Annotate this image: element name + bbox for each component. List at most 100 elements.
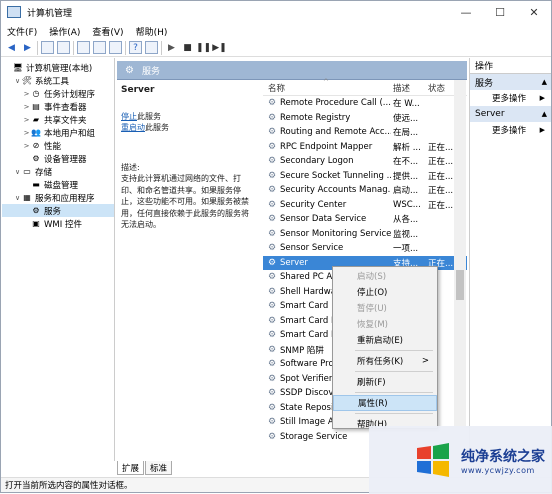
tree-node[interactable]: > ▤ 事件查看器: [2, 100, 114, 113]
ctx-resume[interactable]: 恢复(M): [333, 316, 437, 332]
service-gear-icon: ⚙: [267, 156, 277, 167]
window-title: 计算机管理: [27, 8, 73, 19]
tree-node[interactable]: ▬ 磁盘管理: [2, 178, 114, 191]
actions-section-services[interactable]: 服务 ▲: [470, 74, 551, 90]
expand-arrow-icon[interactable]: >: [22, 103, 31, 111]
toolbar-separator: [37, 40, 38, 55]
service-status: 正在...: [428, 200, 454, 211]
tree-node[interactable]: ∨ ▦ 服务和应用程序: [2, 191, 114, 204]
tree-node[interactable]: ⚙ 服务: [2, 204, 114, 217]
list-scrollbar[interactable]: [454, 80, 466, 458]
restart-service-suffix: 此服务: [145, 123, 169, 132]
list-header: ^ 名称 描述 状态: [263, 78, 467, 96]
service-gear-icon: ⚙: [267, 199, 277, 210]
show-hide-tree-icon[interactable]: [57, 41, 70, 54]
service-status: 正在...: [428, 171, 454, 182]
tab-standard[interactable]: 标准: [145, 461, 173, 475]
scrollbar-thumb[interactable]: [456, 270, 464, 300]
submenu-arrow-icon: ▶: [539, 126, 545, 134]
expand-arrow-icon[interactable]: >: [22, 116, 31, 124]
tree-node[interactable]: > ▰ 共享文件夹: [2, 113, 114, 126]
minimize-button[interactable]: —: [449, 1, 483, 23]
pause-service-icon[interactable]: ❚❚: [196, 41, 211, 54]
export-list-icon[interactable]: [93, 41, 106, 54]
stop-service-icon[interactable]: ■: [181, 41, 194, 54]
performance-icon: ⊘: [32, 141, 40, 150]
expand-arrow-icon[interactable]: >: [22, 129, 31, 137]
watermark-title: 纯净系统之家: [461, 448, 545, 465]
back-icon[interactable]: ◀: [5, 41, 18, 54]
table-row[interactable]: ⚙ RPC Endpoint Mapper 解析 ... 正在...: [263, 140, 467, 155]
services-gear-icon: ⚙: [125, 64, 134, 76]
show-action-pane-icon[interactable]: [145, 41, 158, 54]
menu-file[interactable]: 文件(F): [7, 25, 37, 38]
start-service-icon[interactable]: ▶: [165, 41, 178, 54]
service-desc: WSC...: [393, 199, 421, 210]
watermark: 纯净系统之家 www.ycwjzy.com: [369, 426, 552, 494]
menu-action[interactable]: 操作(A): [49, 25, 80, 38]
service-desc: 在不...: [393, 157, 419, 168]
ctx-properties[interactable]: 属性(R): [333, 395, 437, 411]
column-description[interactable]: 描述: [391, 82, 426, 94]
expand-arrow-icon[interactable]: ∨: [13, 168, 22, 176]
table-row[interactable]: ⚙ Secure Socket Tunneling ... 提供... 正在...: [263, 169, 467, 184]
table-row[interactable]: ⚙ Remote Registry 使远...: [263, 111, 467, 126]
expand-arrow-icon[interactable]: ∨: [13, 194, 22, 202]
toolbar-separator: [125, 40, 126, 55]
actions-section-server[interactable]: Server ▲: [470, 106, 551, 122]
tree-node-label: 事件查看器: [44, 102, 87, 113]
ctx-start[interactable]: 启动(S): [333, 268, 437, 284]
tree-node[interactable]: ⚙ 设备管理器: [2, 152, 114, 165]
expand-arrow-icon[interactable]: ∨: [13, 77, 22, 85]
service-name: Remote Procedure Call (...: [280, 98, 391, 109]
expand-arrow-icon[interactable]: >: [22, 142, 31, 150]
tree-node[interactable]: > ◷ 任务计划程序: [2, 87, 114, 100]
tree-node[interactable]: > 👥 本地用户和组: [2, 126, 114, 139]
ctx-all-tasks[interactable]: 所有任务(K) >: [333, 353, 437, 369]
title-bar: 计算机管理 — ☐ ✕: [1, 1, 551, 23]
stop-service-link[interactable]: 停止: [121, 112, 137, 121]
tab-extended[interactable]: 扩展: [117, 461, 145, 475]
column-status[interactable]: 状态: [426, 82, 456, 94]
table-row[interactable]: ⚙ Security Accounts Manag... 启动... 正在...: [263, 183, 467, 198]
restart-service-line: 重启动此服务: [121, 122, 255, 134]
computer-management-window: 计算机管理 — ☐ ✕ 文件(F) 操作(A) 查看(V) 帮助(H) ◀ ▶ …: [0, 0, 552, 494]
close-button[interactable]: ✕: [517, 1, 551, 23]
refresh-icon[interactable]: [77, 41, 90, 54]
table-row[interactable]: ⚙ Routing and Remote Acc... 在局...: [263, 125, 467, 140]
menu-view[interactable]: 查看(V): [92, 25, 123, 38]
table-row[interactable]: ⚙ Remote Procedure Call (... 在 W...: [263, 96, 467, 111]
tree-node[interactable]: ∨ 🛠 系统工具: [2, 74, 114, 87]
table-row[interactable]: ⚙ Sensor Service 一项...: [263, 241, 467, 256]
storage-icon: ▭: [23, 167, 31, 176]
more-actions-server[interactable]: 更多操作 ▶: [470, 122, 551, 138]
properties-icon[interactable]: [109, 41, 122, 54]
tree-node[interactable]: 🖥 计算机管理(本地): [2, 61, 114, 74]
expand-arrow-icon[interactable]: >: [22, 90, 31, 98]
help-icon[interactable]: ?: [129, 41, 142, 54]
table-row[interactable]: ⚙ Security Center WSC... 正在...: [263, 198, 467, 213]
tree-node[interactable]: ▣ WMI 控件: [2, 217, 114, 230]
ctx-stop[interactable]: 停止(O): [333, 284, 437, 300]
maximize-button[interactable]: ☐: [483, 1, 517, 23]
forward-icon[interactable]: ▶: [21, 41, 34, 54]
up-folder-icon[interactable]: [41, 41, 54, 54]
ctx-pause[interactable]: 暂停(U): [333, 300, 437, 316]
stop-service-suffix: 此服务: [137, 111, 161, 121]
menu-help[interactable]: 帮助(H): [136, 25, 168, 38]
more-actions-services[interactable]: 更多操作 ▶: [470, 90, 551, 106]
ctx-separator: [355, 413, 433, 414]
ctx-restart[interactable]: 重新启动(E): [333, 332, 437, 348]
restart-service-link[interactable]: 重启动: [121, 123, 145, 132]
service-gear-icon: ⚙: [267, 228, 277, 239]
table-row[interactable]: ⚙ Secondary Logon 在不... 正在...: [263, 154, 467, 169]
users-icon: 👥: [31, 128, 41, 137]
tree-node[interactable]: > ⊘ 性能: [2, 139, 114, 152]
table-row[interactable]: ⚙ Sensor Monitoring Service 监视...: [263, 227, 467, 242]
restart-service-icon[interactable]: ▶❚: [212, 41, 226, 54]
service-gear-icon: ⚙: [267, 214, 277, 225]
tree-node[interactable]: ∨ ▭ 存储: [2, 165, 114, 178]
table-row[interactable]: ⚙ Sensor Data Service 从各...: [263, 212, 467, 227]
ctx-refresh[interactable]: 刷新(F): [333, 374, 437, 390]
tree-node-label: 存储: [35, 167, 53, 178]
